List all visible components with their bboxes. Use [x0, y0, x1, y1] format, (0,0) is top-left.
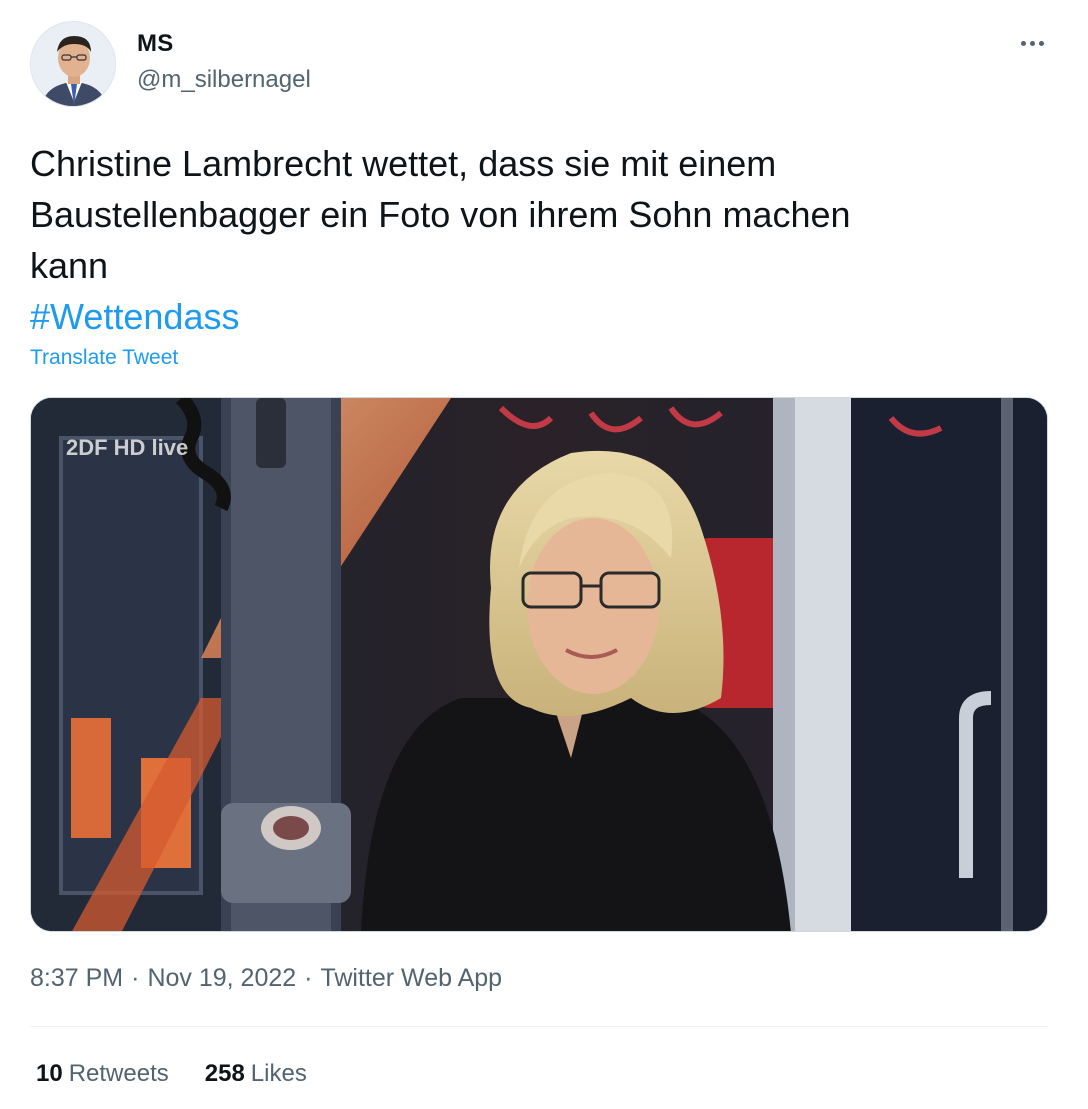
translate-tweet-link[interactable]: Translate Tweet: [30, 346, 178, 370]
author-display-name[interactable]: MS: [137, 30, 174, 58]
meta-separator: ·: [131, 964, 140, 992]
tweet: MS @m_silbernagel Christine Lambrecht we…: [0, 0, 1088, 1109]
tweet-text: Christine Lambrecht wettet, dass sie mit…: [30, 138, 1030, 342]
divider: [30, 1026, 1048, 1027]
tweet-meta: 8:37 PM · Nov 19, 2022 · Twitter Web App: [30, 964, 502, 993]
tweet-stats: 10 Retweets 258 Likes: [36, 1060, 307, 1088]
retweets-count: 10: [36, 1060, 63, 1087]
likes-label: Likes: [250, 1060, 307, 1087]
likes-count: 258: [204, 1060, 245, 1087]
tweet-media-image[interactable]: 2DF HD live: [30, 397, 1048, 932]
tweet-text-line: Christine Lambrecht wettet, dass sie mit…: [30, 143, 777, 184]
more-options-button[interactable]: [1012, 28, 1052, 58]
profile-photo-icon: [31, 22, 115, 106]
more-dot-icon: [1020, 40, 1026, 46]
hashtag-link[interactable]: #Wettendass: [30, 291, 1030, 342]
likes-stat[interactable]: 258 Likes: [205, 1060, 307, 1088]
author-handle[interactable]: @m_silbernagel: [137, 66, 311, 94]
tweet-source[interactable]: Twitter Web App: [320, 964, 502, 992]
retweets-stat[interactable]: 10 Retweets: [36, 1060, 169, 1088]
tweet-text-line: Baustellenbagger ein Foto von ihrem Sohn…: [30, 194, 851, 235]
tweet-date[interactable]: Nov 19, 2022: [147, 964, 296, 992]
tweet-time[interactable]: 8:37 PM: [30, 964, 123, 992]
photo-image: 2DF HD live: [31, 398, 1047, 931]
tweet-text-line: kann: [30, 245, 109, 286]
meta-separator: ·: [304, 964, 313, 992]
more-dot-icon: [1029, 40, 1035, 46]
avatar[interactable]: [30, 21, 116, 107]
zdf-logo: 2DF HD live: [66, 435, 188, 460]
more-dot-icon: [1038, 40, 1044, 46]
retweets-label: Retweets: [68, 1060, 169, 1087]
